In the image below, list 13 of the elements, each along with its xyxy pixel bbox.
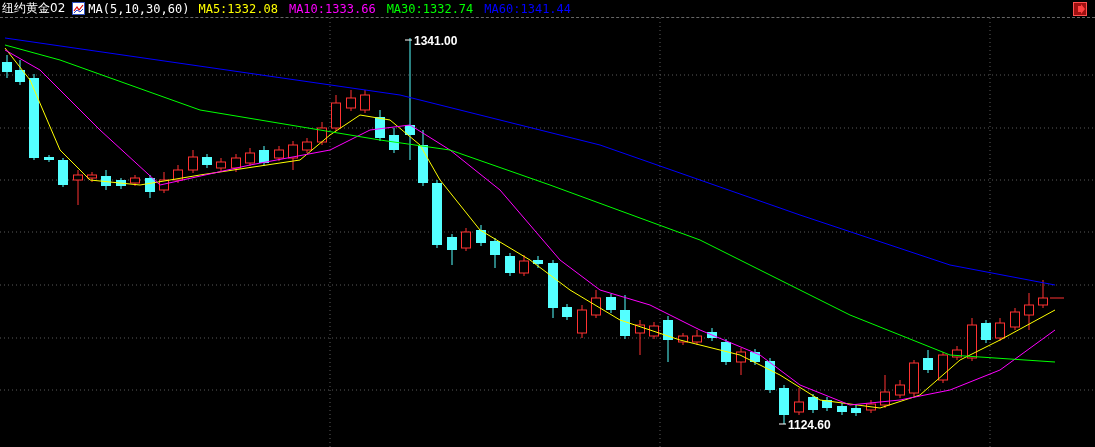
legend-value: 1332.08 [227,1,278,16]
legend-value: 1332.74 [422,1,474,16]
low-price-label: 1124.60 [788,418,831,432]
legend-label: MA30: [386,1,423,16]
chart-icon [72,2,86,15]
high-price-label: 1341.00 [414,34,458,48]
legend-value: 1333.66 [325,1,376,16]
instrument-title: 纽约黄金02 [2,0,66,17]
legend-label: MA10: [288,1,326,16]
legend-label: MA60: [484,1,521,16]
legend-value: 1341.44 [520,1,572,16]
indicator-label: MA(5,10,30,60) [88,1,190,16]
legend-label: MA5: [198,1,228,16]
